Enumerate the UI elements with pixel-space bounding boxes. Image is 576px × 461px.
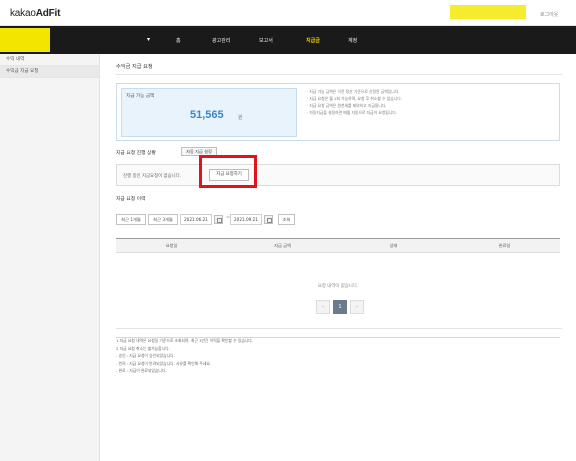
- notice-item: · 지급 가능 금액은 이전 정산 기준으로 산정된 금액입니다.: [307, 89, 400, 94]
- sidebar: 수익 내역 수익금 지급 요청: [0, 54, 100, 461]
- balance-summary: 지급 가능 금액 51,565 원 · 지급 가능 금액은 이전 정산 기준으로…: [116, 83, 560, 141]
- status-section-title: 지급 요청 진행 상황: [116, 151, 156, 156]
- date-from-input[interactable]: 2021.06.21: [180, 214, 212, 225]
- sidebar-item-payout-request[interactable]: 수익금 지급 요청: [0, 66, 99, 78]
- balance-unit: 원: [238, 115, 243, 121]
- footnote-item: - 반려 : 지급 요청이 반려되었습니다. 사유를 확인해 주세요.: [116, 360, 212, 366]
- column-header: 완료일: [498, 243, 511, 248]
- column-header: 요청일: [165, 243, 178, 248]
- top-bar: kakaoAdFit 로그아웃: [0, 0, 576, 26]
- prev-page-icon[interactable]: ‹: [316, 300, 330, 314]
- footnote-item: 1 지급 요청 내역은 요청일 기준으로 조회되며, 최근 3년간 이력을 확인…: [116, 338, 253, 343]
- brand-main: AdFit: [35, 8, 61, 19]
- pagination: ‹ 1 ›: [316, 300, 366, 314]
- balance-box: 지급 가능 금액 51,565 원: [121, 88, 297, 137]
- footnote-item: 2 지급 요청 취소는 불가능합니다.: [116, 345, 170, 351]
- date-filter-row: 최근 1개월 최근 3개월 2021.06.21 ~ 2021.09.21 조회: [116, 214, 416, 226]
- nav-report[interactable]: 보고서: [259, 37, 273, 44]
- table-header: 요청일 지급 금액 상태 완료일: [116, 239, 560, 253]
- nav-ad-management[interactable]: 광고관리: [212, 37, 230, 44]
- calendar-icon[interactable]: [214, 215, 223, 224]
- title-divider: [116, 74, 562, 75]
- page-number[interactable]: 1: [333, 300, 347, 314]
- column-header: 상태: [389, 243, 398, 248]
- highlight-annotation: [199, 155, 257, 188]
- nav-payout[interactable]: 지급금: [306, 37, 320, 44]
- caret-down-icon[interactable]: ▾: [147, 36, 150, 43]
- empty-table-message: 요청 내역이 없습니다.: [317, 284, 359, 289]
- page-title: 수익금 지급 요청: [116, 64, 153, 70]
- history-section-title: 지급 요청 이력: [116, 197, 146, 202]
- brand-logo[interactable]: kakaoAdFit: [10, 8, 60, 19]
- footnote-item: - 승인 : 지급 요청이 승인되었습니다.: [116, 353, 175, 358]
- balance-value: 51,565: [190, 109, 224, 121]
- filter-3-months-button[interactable]: 최근 3개월: [148, 214, 178, 225]
- date-to-input[interactable]: 2021.09.21: [230, 214, 262, 225]
- notice-item: · 지급 요청은 월 1회 가능하며, 요청 후 취소할 수 없습니다.: [307, 96, 402, 101]
- balance-label: 지급 가능 금액: [126, 94, 155, 99]
- notice-item: · 자동지급을 설정하면 매월 자동으로 지급이 요청됩니다.: [307, 110, 397, 115]
- nav-home[interactable]: 홈: [176, 37, 181, 44]
- sidebar-item-earnings[interactable]: 수익 내역: [0, 54, 99, 66]
- nav-account[interactable]: 계정: [348, 37, 357, 44]
- status-text: 진행 중인 지급요청이 없습니다.: [123, 174, 182, 179]
- footnote-divider: [116, 328, 562, 329]
- next-page-icon[interactable]: ›: [350, 300, 364, 314]
- search-button[interactable]: 조회: [278, 214, 295, 225]
- footnotes: 1 지급 요청 내역은 요청일 기준으로 조회되며, 최근 3년간 이력을 확인…: [116, 337, 562, 375]
- history-table: 요청일 지급 금액 상태 완료일 요청 내역이 없습니다.: [116, 238, 560, 338]
- filter-1-month-button[interactable]: 최근 1개월: [116, 214, 146, 225]
- column-header: 지급 금액: [274, 243, 291, 248]
- notice-list: · 지급 가능 금액은 이전 정산 기준으로 산정된 금액입니다. · 지급 요…: [307, 88, 557, 116]
- account-highlight: [450, 5, 526, 19]
- status-box: 진행 중인 지급요청이 없습니다. 지급 요청하기: [116, 164, 560, 186]
- notice-item: · 지급 요청 금액은 원천세를 제외하고 지급됩니다.: [307, 103, 387, 108]
- footnote-item: - 완료 : 지급이 완료되었습니다.: [116, 368, 167, 373]
- logout-link[interactable]: 로그아웃: [540, 11, 558, 18]
- account-selector-highlight[interactable]: [0, 28, 50, 52]
- brand-prefix: kakao: [10, 8, 36, 19]
- main-navigation: ▾ 홈 광고관리 보고서 지급금 계정: [0, 26, 576, 54]
- calendar-icon[interactable]: [264, 215, 273, 224]
